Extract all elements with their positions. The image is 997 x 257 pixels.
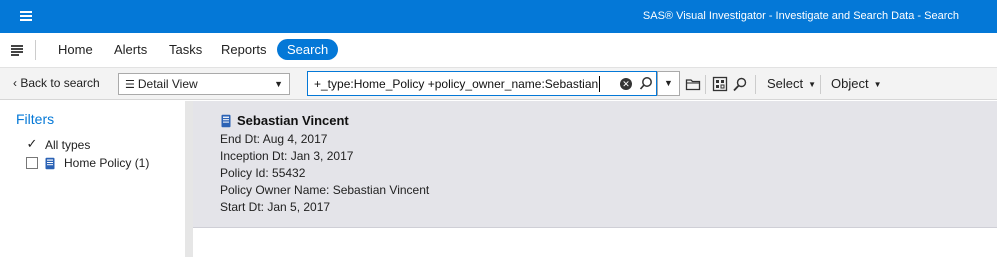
panel-scrollbar[interactable] — [185, 101, 193, 257]
filters-panel: Filters ✓ All types Home Policy (1) — [0, 101, 185, 257]
object-menu-button[interactable]: Object ▼ — [831, 76, 882, 91]
result-field: End Dt: Aug 4, 2017 — [220, 132, 328, 146]
view-select[interactable]: ☰ Detail View ▼ — [118, 73, 290, 95]
filter-label: All types — [45, 138, 91, 152]
app-title: SAS® Visual Investigator - Investigate a… — [642, 10, 959, 22]
checkbox-checked[interactable]: ✓ — [26, 137, 38, 151]
toolbar-divider — [705, 75, 706, 94]
navigation-bar: Home Alerts Tasks Reports Search — [0, 33, 997, 67]
result-field: Inception Dt: Jan 3, 2017 — [220, 149, 354, 163]
select-menu-button[interactable]: Select ▼ — [767, 76, 816, 91]
result-field: Start Dt: Jan 5, 2017 — [220, 200, 331, 214]
caret-down-icon: ▼ — [873, 80, 882, 89]
search-options-dropdown[interactable]: ▼ — [657, 71, 680, 96]
tab-reports[interactable]: Reports — [221, 39, 267, 60]
view-select-value: Detail View — [137, 77, 198, 91]
clear-icon[interactable]: ✕ — [620, 78, 632, 90]
result-card[interactable]: Sebastian Vincent End Dt: Aug 4, 2017 In… — [193, 101, 997, 228]
tab-alerts[interactable]: Alerts — [114, 39, 147, 60]
book-icon — [45, 157, 55, 170]
toolbar-divider — [820, 75, 821, 94]
result-field: Policy Id: 55432 — [220, 166, 306, 180]
caret-down-icon: ▼ — [664, 78, 673, 88]
chevron-left-icon: ‹ — [13, 76, 17, 90]
search-input[interactable]: +_type:Home_Policy +policy_owner_name:Se… — [307, 71, 657, 96]
tab-search[interactable]: Search — [277, 39, 339, 60]
folder-icon[interactable] — [685, 76, 701, 92]
filter-label: Home Policy (1) — [64, 156, 150, 170]
side-menu-icon[interactable] — [11, 45, 23, 56]
result-title[interactable]: Sebastian Vincent — [237, 113, 349, 128]
tab-tasks[interactable]: Tasks — [169, 39, 202, 60]
search-toolbar: ‹ Back to search ☰ Detail View ▼ +_type:H… — [0, 67, 997, 100]
back-to-search-link[interactable]: ‹ Back to search — [13, 76, 100, 90]
caret-down-icon: ▼ — [274, 79, 283, 89]
book-icon — [221, 114, 231, 128]
map-view-icon[interactable] — [712, 76, 728, 92]
search-document-icon[interactable] — [732, 76, 748, 92]
search-query-text: +_type:Home_Policy +policy_owner_name:Se… — [314, 77, 599, 91]
results-pane: Sebastian Vincent End Dt: Aug 4, 2017 In… — [193, 101, 997, 257]
search-icon[interactable] — [639, 76, 653, 92]
checkbox-unchecked[interactable] — [26, 157, 38, 169]
object-label: Object — [831, 76, 869, 91]
nav-divider — [35, 40, 36, 60]
text-cursor — [599, 76, 600, 92]
caret-down-icon: ▼ — [808, 80, 817, 89]
hamburger-menu-icon[interactable] — [20, 11, 32, 21]
title-bar: SAS® Visual Investigator - Investigate a… — [0, 0, 997, 33]
toolbar-divider — [755, 75, 756, 94]
select-label: Select — [767, 76, 804, 91]
filters-heading: Filters — [16, 111, 55, 127]
tab-home[interactable]: Home — [58, 39, 93, 60]
back-label: Back to search — [20, 76, 100, 90]
result-field: Policy Owner Name: Sebastian Vincent — [220, 183, 430, 197]
list-view-icon: ☰ — [125, 78, 135, 91]
